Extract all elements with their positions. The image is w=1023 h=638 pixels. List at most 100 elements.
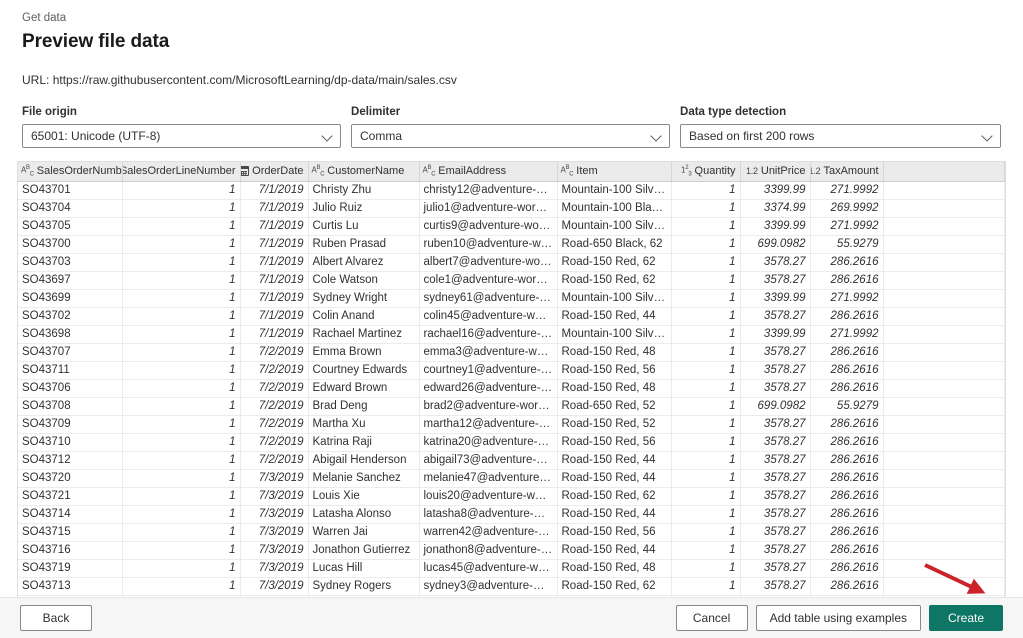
table-row[interactable]: SO4370117/1/2019Christy Zhuchristy12@adv… [18,181,1005,199]
cell-customername: Abigail Henderson [308,451,419,469]
delimiter-dropdown[interactable]: Comma [351,124,670,148]
table-row[interactable]: SO4370617/2/2019Edward Brownedward26@adv… [18,379,1005,397]
column-header-quantity[interactable]: 123Quantity [671,162,740,181]
cell-unitprice: 3578.27 [740,487,810,505]
cell-quantity: 1 [671,505,740,523]
table-row[interactable]: SO4371217/2/2019Abigail Hendersonabigail… [18,451,1005,469]
cell-emailaddress: sydney3@adventure-works.com [419,577,557,595]
cell-orderdate: 7/3/2019 [240,505,308,523]
delimiter-field: Delimiter Comma [351,105,670,148]
cell-unitprice: 3578.27 [740,469,810,487]
table-row[interactable]: SO4372117/3/2019Louis Xielouis20@adventu… [18,487,1005,505]
cell-quantity: 1 [671,361,740,379]
cell-item: Road-150 Red, 48 [557,379,671,397]
cell-salesordernumber: SO43716 [18,541,122,559]
file-origin-dropdown[interactable]: 65001: Unicode (UTF-8) [22,124,341,148]
cell-unitprice: 3399.99 [740,181,810,199]
cell-filler [883,181,1005,199]
table-row[interactable]: SO4371417/3/2019Latasha Alonsolatasha8@a… [18,505,1005,523]
table-row[interactable]: SO4370417/1/2019Julio Ruizjulio1@adventu… [18,199,1005,217]
url-label: URL: [22,73,49,87]
cancel-button[interactable]: Cancel [676,605,748,631]
cell-salesordernumber: SO43720 [18,469,122,487]
data-type-detection-dropdown[interactable]: Based on first 200 rows [680,124,1001,148]
column-header-taxamount[interactable]: 1.2TaxAmount [810,162,883,181]
column-header-customername[interactable]: ABCCustomerName [308,162,419,181]
cell-customername: Latasha Alonso [308,505,419,523]
table-row[interactable]: SO4370317/1/2019Albert Alvarezalbert7@ad… [18,253,1005,271]
cell-quantity: 1 [671,577,740,595]
cell-taxamount: 286.2616 [810,523,883,541]
cell-filler [883,541,1005,559]
column-header-emailaddress[interactable]: ABCEmailAddress [419,162,557,181]
cell-unitprice: 3578.27 [740,451,810,469]
column-header-unitprice[interactable]: 1.2UnitPrice [740,162,810,181]
cell-orderdate: 7/1/2019 [240,307,308,325]
cell-emailaddress: courtney1@adventure-works.com [419,361,557,379]
preview-data-grid[interactable]: ABCSalesOrderNumber123SalesOrderLineNumb… [17,161,1006,603]
cell-item: Road-150 Red, 48 [557,559,671,577]
column-header-label: Item [576,165,597,177]
data-type-detection-value: Based on first 200 rows [689,125,982,147]
cell-item: Road-150 Red, 44 [557,307,671,325]
column-header-label: UnitPrice [761,165,806,177]
whole-number-icon: 123 [681,165,692,177]
cell-quantity: 1 [671,415,740,433]
cell-unitprice: 3578.27 [740,253,810,271]
cell-customername: Louis Xie [308,487,419,505]
create-button[interactable]: Create [929,605,1003,631]
table-row[interactable]: SO4370917/2/2019Martha Xumartha12@advent… [18,415,1005,433]
table-row[interactable]: SO4369817/1/2019Rachael Martinezrachael1… [18,325,1005,343]
column-header-orderdate[interactable]: OrderDate [240,162,308,181]
table-row[interactable]: SO4370217/1/2019Colin Anandcolin45@adven… [18,307,1005,325]
cell-item: Road-150 Red, 62 [557,253,671,271]
cell-customername: Warren Jai [308,523,419,541]
cell-orderdate: 7/3/2019 [240,469,308,487]
cell-customername: Katrina Raji [308,433,419,451]
column-header-item[interactable]: ABCItem [557,162,671,181]
table-row[interactable]: SO4372017/3/2019Melanie Sanchezmelanie47… [18,469,1005,487]
back-button[interactable]: Back [20,605,92,631]
cell-taxamount: 286.2616 [810,343,883,361]
cell-salesordernumber: SO43702 [18,307,122,325]
column-header-salesorderlinenumber[interactable]: 123SalesOrderLineNumber [122,162,240,181]
table-row[interactable]: SO4371317/3/2019Sydney Rogerssydney3@adv… [18,577,1005,595]
column-header-salesordernumber[interactable]: ABCSalesOrderNumber [18,162,122,181]
table-row[interactable]: SO4370517/1/2019Curtis Lucurtis9@adventu… [18,217,1005,235]
footer-actions: Cancel Add table using examples Create [676,605,1003,631]
table-row[interactable]: SO4370717/2/2019Emma Brownemma3@adventur… [18,343,1005,361]
cell-taxamount: 271.9992 [810,217,883,235]
table-row[interactable]: SO4371617/3/2019Jonathon Gutierrezjonath… [18,541,1005,559]
cell-quantity: 1 [671,235,740,253]
table-row[interactable]: SO4371917/3/2019Lucas Hilllucas45@advent… [18,559,1005,577]
cell-item: Road-150 Red, 56 [557,523,671,541]
cell-salesorderlinenumber: 1 [122,433,240,451]
cell-salesorderlinenumber: 1 [122,451,240,469]
cell-emailaddress: emma3@adventure-works.com [419,343,557,361]
data-type-detection-label: Data type detection [680,105,1001,120]
cell-salesorderlinenumber: 1 [122,235,240,253]
table-row[interactable]: SO4371017/2/2019Katrina Rajikatrina20@ad… [18,433,1005,451]
table-row[interactable]: SO4370817/2/2019Brad Dengbrad2@adventure… [18,397,1005,415]
table-row[interactable]: SO4370017/1/2019Ruben Prasadruben10@adve… [18,235,1005,253]
cell-orderdate: 7/3/2019 [240,559,308,577]
cell-unitprice: 3578.27 [740,505,810,523]
cell-filler [883,379,1005,397]
cell-quantity: 1 [671,541,740,559]
cell-emailaddress: albert7@adventure-works.com [419,253,557,271]
cell-unitprice: 3578.27 [740,523,810,541]
table-row[interactable]: SO4371517/3/2019Warren Jaiwarren42@adven… [18,523,1005,541]
table-row[interactable]: SO4369917/1/2019Sydney Wrightsydney61@ad… [18,289,1005,307]
table-row[interactable]: SO4371117/2/2019Courtney Edwardscourtney… [18,361,1005,379]
add-table-using-examples-button[interactable]: Add table using examples [756,605,921,631]
cell-orderdate: 7/1/2019 [240,181,308,199]
cell-orderdate: 7/1/2019 [240,325,308,343]
table-row[interactable]: SO4369717/1/2019Cole Watsoncole1@adventu… [18,271,1005,289]
cell-customername: Sydney Rogers [308,577,419,595]
cell-quantity: 1 [671,271,740,289]
cell-emailaddress: melanie47@adventure-works.com [419,469,557,487]
cell-emailaddress: ruben10@adventure-works.com [419,235,557,253]
cell-quantity: 1 [671,253,740,271]
cell-salesordernumber: SO43713 [18,577,122,595]
chevron-down-icon [982,130,994,142]
